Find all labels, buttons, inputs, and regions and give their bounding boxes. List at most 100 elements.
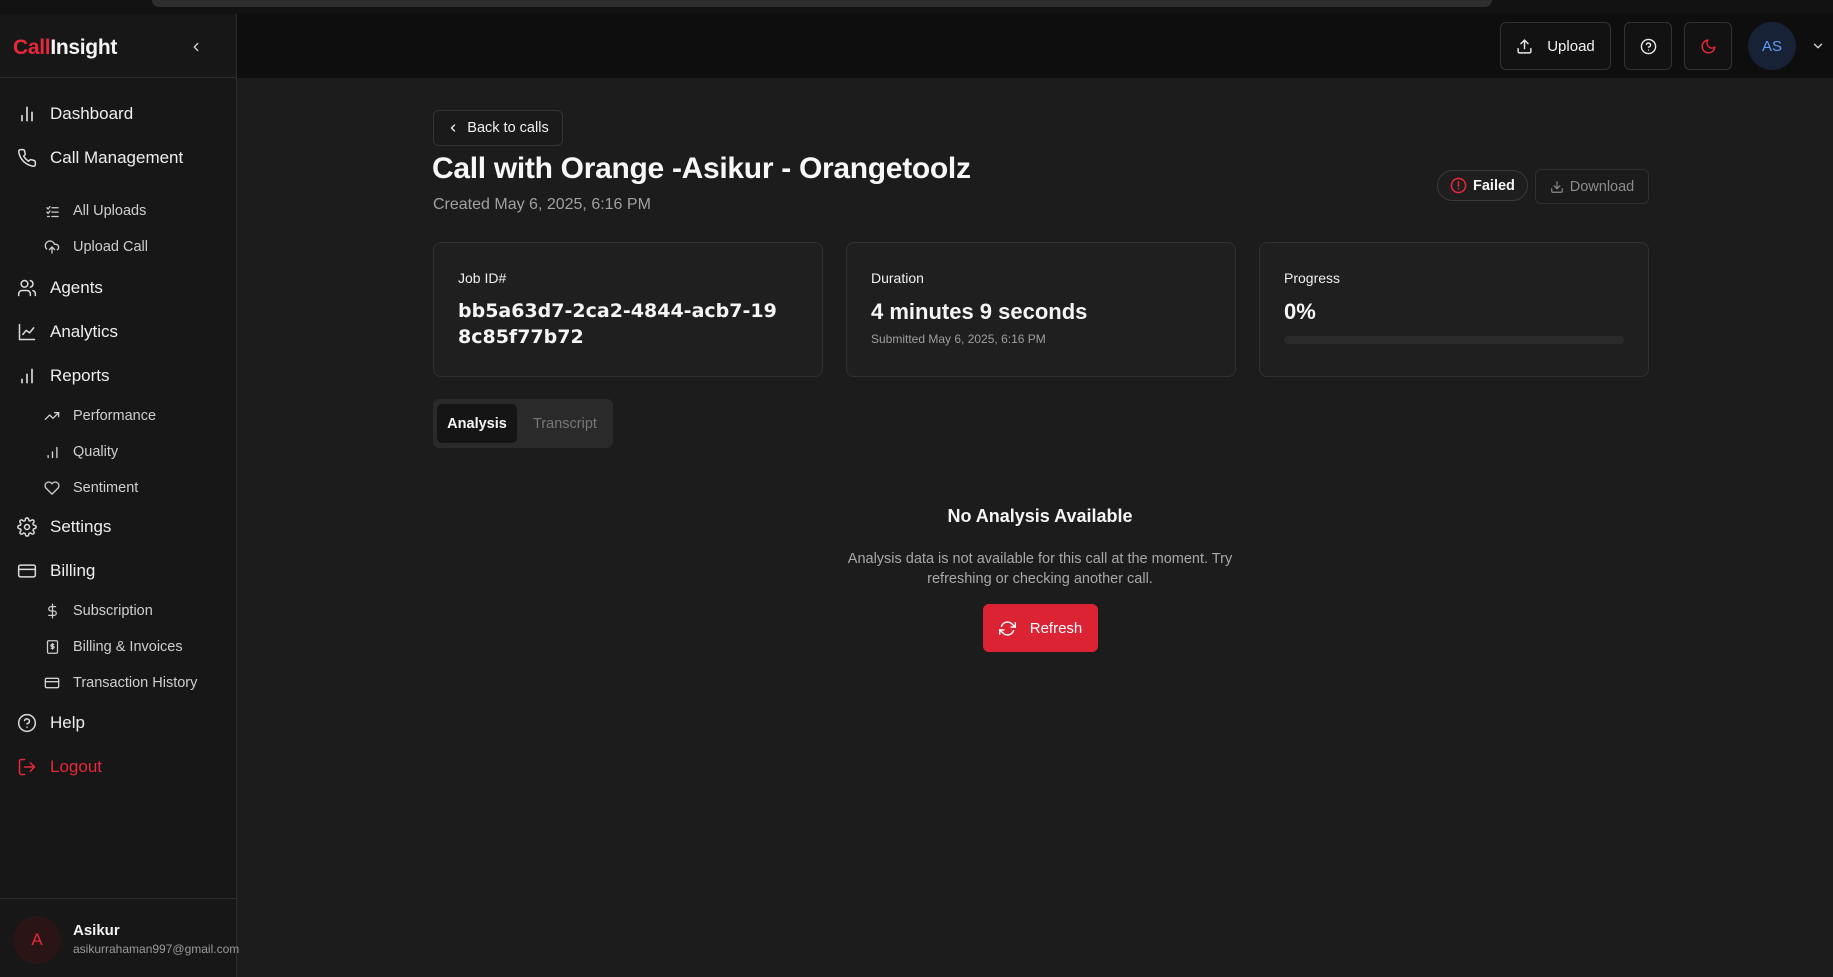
duration-label: Duration [871, 270, 924, 286]
sidebar-item-label: All Uploads [73, 203, 147, 219]
sidebar-item-label: Upload Call [73, 239, 148, 255]
heart-icon [44, 480, 60, 496]
brand-logo[interactable]: CallInsight [13, 36, 117, 60]
sidebar-item-label: Logout [50, 757, 102, 776]
progress-label: Progress [1284, 270, 1341, 286]
tab-analysis[interactable]: Analysis [437, 404, 517, 443]
user-email: asikurrahaman997@gmail.com [73, 942, 240, 956]
sidebar-item-billing-invoices[interactable]: Billing & Invoices [44, 636, 183, 658]
help-circle-icon [16, 712, 38, 734]
download-icon [1550, 180, 1564, 194]
sidebar: CallInsight Dashboard Call Management Al… [0, 14, 240, 977]
sidebar-item-label: Subscription [73, 603, 153, 619]
sidebar-item-analytics[interactable]: Analytics [16, 319, 118, 345]
sidebar-item-label: Analytics [50, 322, 119, 341]
empty-state-text: Analysis data is not available for this … [847, 551, 1233, 587]
cloud-upload-icon [44, 239, 60, 255]
sidebar-item-settings[interactable]: Settings [16, 514, 111, 540]
progress-value: 0% [1284, 299, 1316, 324]
sidebar-item-performance[interactable]: Performance [44, 405, 156, 427]
phone-icon [16, 147, 38, 169]
sidebar-item-label: Transaction History [73, 675, 198, 691]
sidebar-item-call-management[interactable]: Call Management [16, 145, 183, 171]
chevron-left-icon [447, 122, 459, 134]
duration-value: 4 minutes 9 seconds [871, 299, 1088, 324]
duration-card: Duration 4 minutes 9 seconds Submitted M… [846, 242, 1236, 377]
sidebar-item-billing[interactable]: Billing [16, 558, 95, 584]
gear-icon [16, 516, 38, 538]
users-icon [16, 277, 38, 299]
dollar-icon [44, 603, 60, 619]
sidebar-divider [0, 77, 236, 78]
download-label: Download [1569, 178, 1635, 195]
line-chart-icon [16, 321, 38, 343]
receipt-icon [44, 639, 60, 655]
progress-card: Progress 0% [1259, 242, 1649, 377]
browser-top-strip [0, 0, 1833, 14]
job-id-value: bb5a63d7-2ca2-4844-acb7-198c85f77b72 [458, 300, 777, 348]
status-badge: Failed [1437, 170, 1528, 201]
sidebar-item-all-uploads[interactable]: All Uploads [44, 200, 146, 222]
header-avatar[interactable]: AS [1748, 22, 1796, 70]
created-date: Created May 6, 2025, 6:16 PM [433, 196, 651, 213]
sidebar-item-logout[interactable]: Logout [16, 754, 102, 780]
list-check-icon [44, 203, 60, 219]
job-id-card: Job ID# bb5a63d7-2ca2-4844-acb7-198c85f7… [433, 242, 823, 377]
account-menu-toggle[interactable] [1808, 36, 1828, 56]
sidebar-item-subscription[interactable]: Subscription [44, 600, 153, 622]
sidebar-item-sentiment[interactable]: Sentiment [44, 477, 138, 499]
sidebar-item-transaction-history[interactable]: Transaction History [44, 672, 197, 694]
collapse-sidebar-button[interactable] [186, 36, 206, 58]
status-label: Failed [1473, 177, 1515, 194]
chevron-down-icon [1813, 43, 1823, 49]
refresh-button[interactable]: Refresh [983, 604, 1098, 652]
sidebar-item-label: Billing [50, 561, 96, 580]
tab-transcript[interactable]: Transcript [522, 404, 608, 443]
sidebar-item-label: Performance [73, 408, 157, 424]
credit-card-icon [44, 675, 60, 691]
download-button[interactable]: Download [1535, 169, 1649, 204]
sidebar-item-label: Reports [50, 366, 110, 385]
sidebar-item-quality[interactable]: Quality [44, 441, 118, 463]
sidebar-item-label: Settings [50, 517, 112, 536]
sidebar-item-upload-call[interactable]: Upload Call [44, 236, 148, 258]
sidebar-item-label: Dashboard [50, 104, 134, 123]
sidebar-item-label: Quality [73, 444, 119, 460]
alert-circle-icon [1450, 177, 1467, 194]
user-name: Asikur [73, 922, 120, 939]
empty-state-title: No Analysis Available [947, 506, 1133, 526]
logout-icon [16, 756, 38, 778]
brand-logo-insight: Insight [50, 36, 118, 59]
bar-chart-icon [16, 365, 38, 387]
upload-button-label: Upload [1547, 37, 1595, 55]
upload-icon [1516, 38, 1533, 55]
back-to-calls-label: Back to calls [467, 120, 549, 136]
progress-bar [1284, 336, 1624, 344]
sidebar-item-dashboard[interactable]: Dashboard [16, 101, 133, 127]
sidebar-item-agents[interactable]: Agents [16, 275, 103, 301]
help-button[interactable] [1624, 22, 1672, 70]
back-to-calls-button[interactable]: Back to calls [433, 110, 563, 146]
upload-button[interactable]: Upload [1500, 22, 1611, 70]
sidebar-item-reports[interactable]: Reports [16, 363, 110, 389]
refresh-icon [998, 620, 1016, 637]
trending-up-icon [44, 408, 60, 424]
user-avatar[interactable]: A [13, 916, 61, 964]
theme-toggle-button[interactable] [1684, 22, 1732, 70]
user-divider [0, 898, 236, 899]
tab-list: Analysis Transcript [433, 399, 613, 448]
signal-bars-icon [44, 444, 60, 460]
moon-icon [1700, 38, 1717, 55]
sidebar-item-help[interactable]: Help [16, 710, 85, 736]
browser-address-bar [152, 0, 1492, 7]
submitted-date: Submitted May 6, 2025, 6:16 PM [871, 332, 1046, 346]
job-id-label: Job ID# [458, 270, 507, 286]
chevron-left-icon [193, 42, 199, 52]
sidebar-item-label: Agents [50, 278, 103, 297]
credit-card-icon [16, 560, 38, 582]
sidebar-item-label: Billing & Invoices [73, 639, 183, 655]
sidebar-item-label: Sentiment [73, 480, 139, 496]
top-bar: Upload AS [237, 14, 1833, 78]
brand-logo-call: Call [13, 36, 51, 59]
help-circle-icon [1640, 38, 1657, 55]
